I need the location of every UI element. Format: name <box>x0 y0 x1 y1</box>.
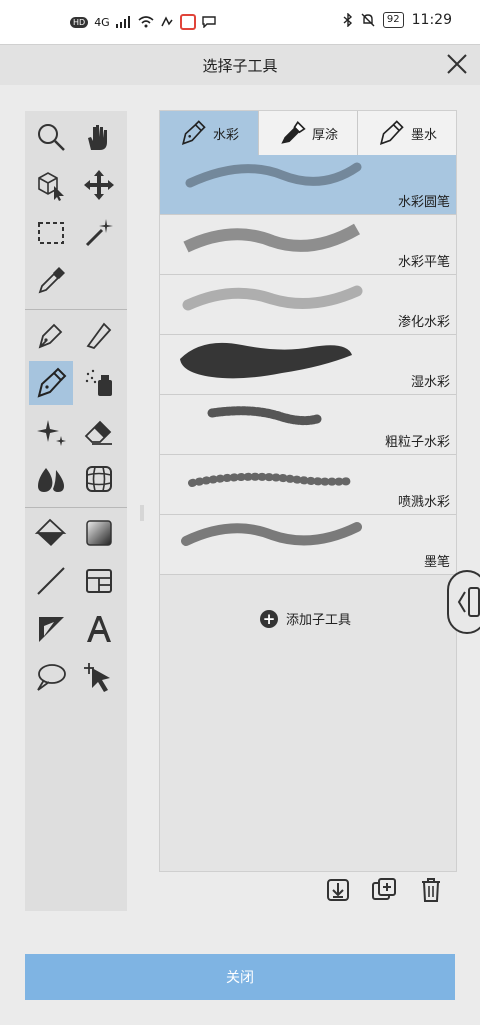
close-icon[interactable] <box>442 49 472 79</box>
3d-move-tool-icon[interactable] <box>29 163 73 207</box>
ruler-tool-icon[interactable] <box>29 607 73 651</box>
subtool-panel: 水彩 厚涂 墨水 水彩圆笔 水彩平笔 渗化水彩 湿水彩 粗粒子水彩 喷溅水彩 墨… <box>159 110 457 872</box>
tool-palette <box>25 111 127 911</box>
rect-select-tool-icon[interactable] <box>29 211 73 255</box>
brush-stroke-preview <box>180 342 352 379</box>
dialog-header: 选择子工具 <box>0 44 480 86</box>
tool-separator <box>25 309 127 310</box>
mesh-transform-tool-icon[interactable] <box>77 457 121 501</box>
brush-stroke-preview <box>185 162 362 188</box>
signal-icon <box>115 16 130 28</box>
pen-tool-icon[interactable] <box>29 313 73 357</box>
clock: 11:29 <box>411 12 452 28</box>
subtool-item[interactable]: 水彩圆笔 <box>160 155 456 215</box>
add-subtool-label: 添加子工具 <box>286 613 352 628</box>
tab-label: 厚涂 <box>311 127 338 143</box>
mute-icon <box>361 13 375 27</box>
brush-stroke-preview <box>188 472 356 487</box>
brush-stroke-preview <box>182 285 363 311</box>
tab-oil-paint[interactable]: 厚涂 <box>259 111 358 155</box>
status-left: HD 4G <box>70 14 216 30</box>
hand-tool-icon[interactable] <box>77 115 121 159</box>
airbrush-tool-icon[interactable] <box>77 361 121 405</box>
subtool-item[interactable]: 墨笔 <box>160 515 456 575</box>
subtool-label: 墨笔 <box>423 555 450 570</box>
plus-circle-icon: + <box>260 609 278 628</box>
fill-tool-icon[interactable] <box>29 511 73 555</box>
tab-ink[interactable]: 墨水 <box>358 111 456 155</box>
status-bar: HD 4G 92 11:29 <box>0 0 480 44</box>
subtool-label: 喷溅水彩 <box>397 495 450 510</box>
side-panel-handle[interactable] <box>447 570 480 634</box>
message-icon <box>202 16 216 28</box>
brush-stroke-preview <box>181 522 362 546</box>
pencil-tool-icon[interactable] <box>77 313 121 357</box>
subtool-item[interactable]: 喷溅水彩 <box>160 455 456 515</box>
app-notification-icon <box>179 14 196 30</box>
move-tool-icon[interactable] <box>77 163 121 207</box>
subtool-group-tabs: 水彩 厚涂 墨水 <box>160 111 456 155</box>
text-tool-icon[interactable] <box>77 607 121 651</box>
battery-indicator: 92 <box>382 12 404 28</box>
subtool-label: 粗粒子水彩 <box>384 435 450 450</box>
wifi-icon <box>138 16 154 28</box>
decoration-tool-icon[interactable] <box>29 409 73 453</box>
import-subtool-icon[interactable] <box>324 876 352 904</box>
data-saver-icon <box>161 16 173 27</box>
status-right: 92 11:29 <box>343 12 452 28</box>
subtool-item[interactable]: 水彩平笔 <box>160 215 456 275</box>
line-tool-icon[interactable] <box>29 559 73 603</box>
ink-pen-icon <box>379 120 404 146</box>
subtool-label: 渗化水彩 <box>397 315 450 330</box>
brush-stroke-preview <box>207 406 322 426</box>
magic-wand-tool-icon[interactable] <box>77 211 121 255</box>
close-button-label: 关闭 <box>226 970 254 986</box>
hd-badge: HD <box>70 16 89 28</box>
tab-watercolor[interactable]: 水彩 <box>160 111 259 155</box>
watercolor-brush-icon <box>181 120 206 146</box>
tab-label: 墨水 <box>410 127 437 143</box>
oil-paint-tube-icon <box>281 121 306 144</box>
panel-divider-grip[interactable] <box>139 505 145 521</box>
object-select-tool-icon[interactable] <box>77 655 121 699</box>
dialog-title: 选择子工具 <box>202 57 278 75</box>
add-subtool-button[interactable]: + 添加子工具 <box>260 609 351 628</box>
zoom-tool-icon[interactable] <box>29 115 73 159</box>
delete-subtool-icon[interactable] <box>417 876 445 904</box>
eraser-tool-icon[interactable] <box>77 409 121 453</box>
eyedropper-tool-icon[interactable] <box>29 259 73 303</box>
subtool-item[interactable]: 渗化水彩 <box>160 275 456 335</box>
subtool-label: 水彩平笔 <box>397 255 450 270</box>
chevron-left-icon <box>457 587 480 617</box>
brush-stroke-preview <box>183 223 361 253</box>
balloon-tool-icon[interactable] <box>29 655 73 699</box>
subtool-item[interactable]: 湿水彩 <box>160 335 456 395</box>
duplicate-subtool-icon[interactable] <box>370 876 398 904</box>
tab-label: 水彩 <box>212 127 239 143</box>
close-button[interactable]: 关闭 <box>25 954 455 1000</box>
brush-tool-icon[interactable] <box>29 361 73 405</box>
subtool-item[interactable]: 粗粒子水彩 <box>160 395 456 455</box>
subtool-label: 水彩圆笔 <box>397 195 450 210</box>
frame-border-tool-icon[interactable] <box>77 559 121 603</box>
gradient-tool-icon[interactable] <box>77 511 121 555</box>
tool-separator <box>25 507 127 508</box>
subtool-label: 湿水彩 <box>410 375 450 390</box>
signal-label: 4G <box>94 15 110 29</box>
blend-tool-icon[interactable] <box>29 457 73 501</box>
bluetooth-icon <box>343 13 352 27</box>
